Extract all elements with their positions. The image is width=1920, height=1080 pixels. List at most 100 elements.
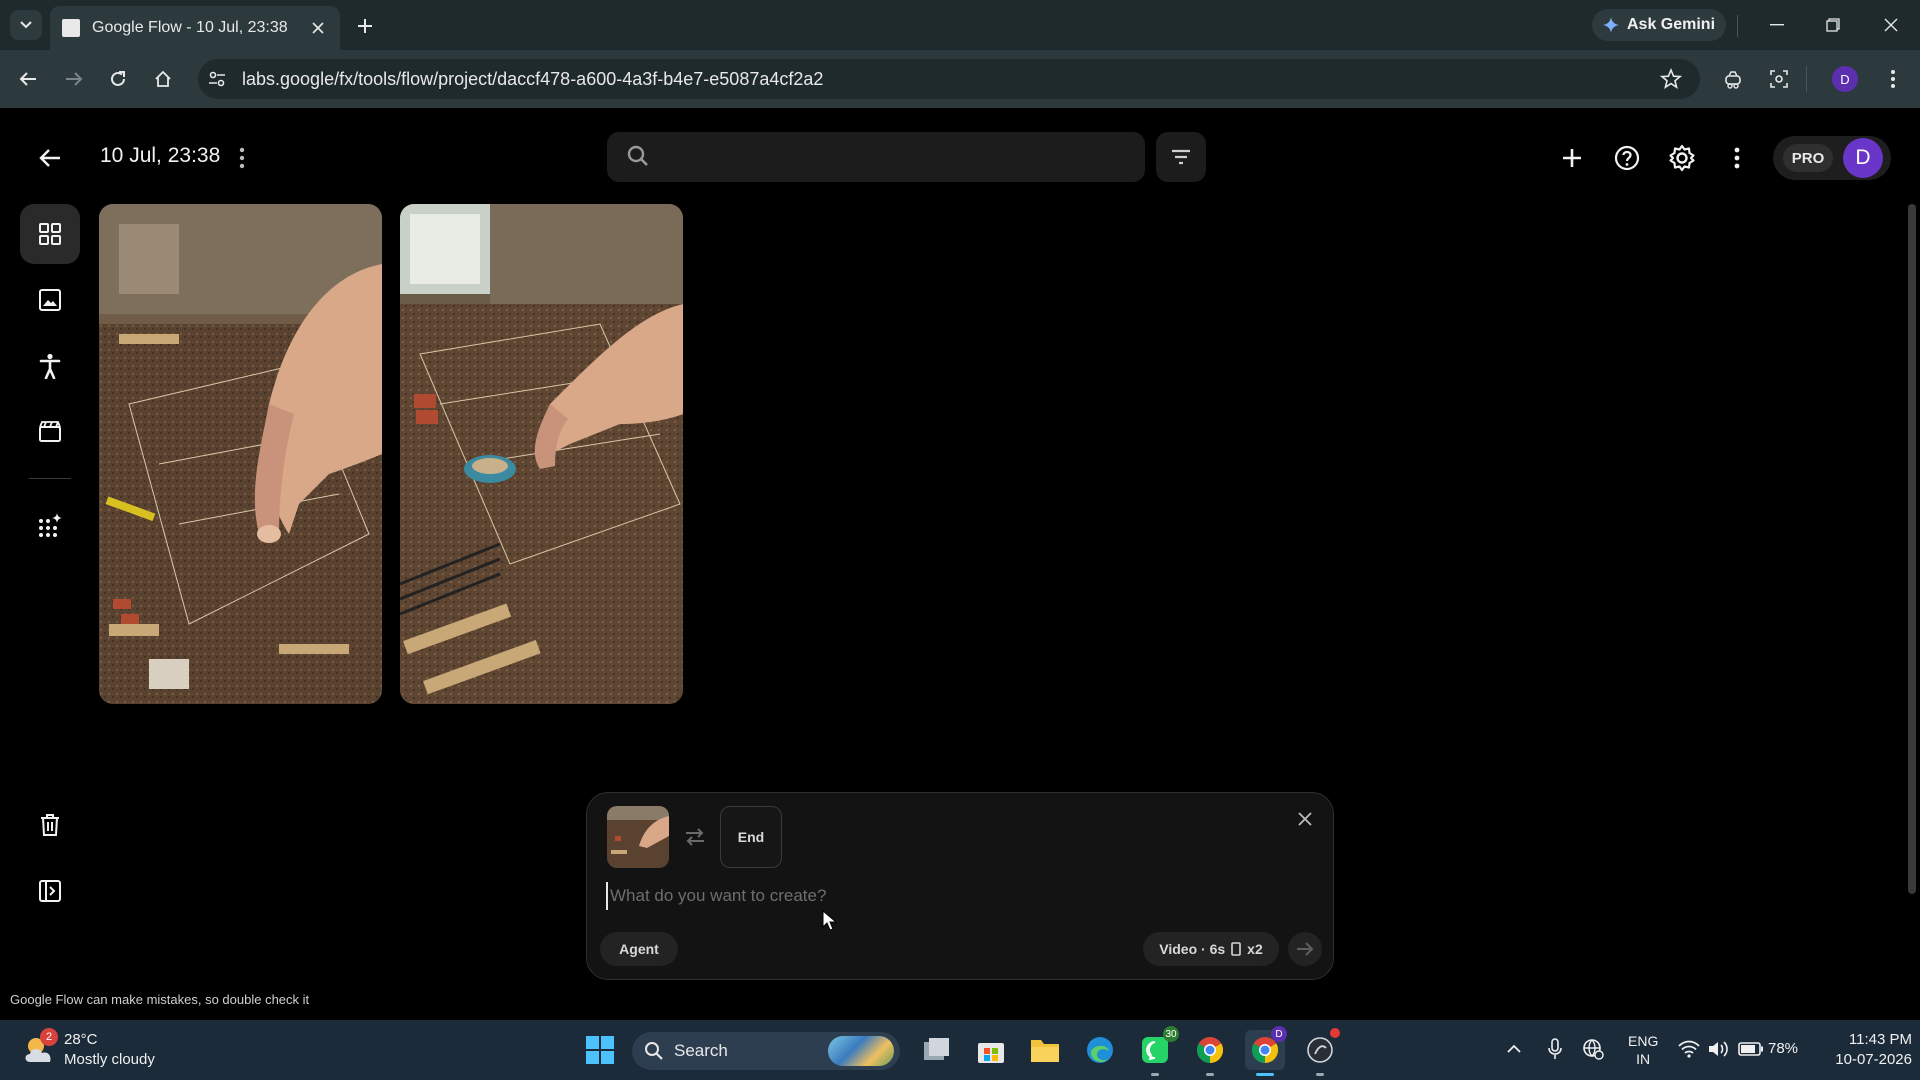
gemini-sparkle-icon [1602, 17, 1619, 33]
portrait-aspect-icon [1231, 942, 1241, 956]
language-code: ENG [1628, 1033, 1659, 1049]
project-menu-button[interactable] [230, 144, 254, 172]
windows-logo-icon [586, 1036, 614, 1064]
titlebar-divider [1737, 15, 1738, 37]
add-button[interactable] [1556, 142, 1588, 174]
swap-frames-icon[interactable] [682, 824, 708, 850]
restore-button[interactable] [1819, 12, 1847, 38]
arrow-left-icon [39, 149, 60, 167]
browser-menu-icon[interactable] [1882, 67, 1904, 91]
active-indicator [1256, 1073, 1274, 1076]
minimize-icon [1770, 24, 1784, 26]
rail-item-trash[interactable] [20, 795, 80, 855]
end-frame-button[interactable]: End [720, 806, 782, 868]
site-info-icon[interactable] [206, 68, 228, 90]
send-button[interactable] [1288, 932, 1322, 966]
app-more-button[interactable] [1721, 142, 1753, 174]
image-icon [39, 289, 61, 311]
plus-icon [1563, 149, 1581, 167]
clapperboard-icon [39, 421, 61, 442]
new-tab-button[interactable] [352, 13, 378, 39]
show-hidden-icons[interactable] [1501, 1036, 1527, 1062]
chevron-down-icon [20, 21, 32, 29]
taskbar-app-dark[interactable] [1300, 1028, 1340, 1076]
input-language[interactable]: ENG IN [1628, 1032, 1658, 1068]
microphone-icon [1548, 1038, 1562, 1059]
running-indicator [1206, 1073, 1214, 1076]
running-indicator [1316, 1073, 1324, 1076]
volume-status[interactable] [1706, 1036, 1732, 1062]
taskbar-chrome-profile[interactable]: D [1245, 1026, 1287, 1076]
start-frame-thumbnail[interactable] [607, 806, 669, 868]
settings-button[interactable] [1666, 142, 1698, 174]
scrollbar[interactable] [1908, 204, 1916, 894]
url-text[interactable]: labs.google/fx/tools/flow/project/daccf4… [242, 69, 823, 90]
person-icon [39, 353, 61, 379]
agent-button[interactable]: Agent [600, 932, 678, 966]
close-icon [1298, 812, 1312, 826]
vpn-status[interactable] [1580, 1036, 1606, 1062]
taskbar-whatsapp[interactable]: 30 [1135, 1026, 1179, 1076]
speaker-icon [1709, 1041, 1728, 1057]
task-view-icon [924, 1038, 949, 1060]
tab-search-button[interactable] [10, 10, 42, 40]
help-button[interactable] [1611, 142, 1643, 174]
weather-alert-badge: 2 [40, 1028, 58, 1046]
project-back-button[interactable] [34, 142, 66, 174]
wifi-icon [1678, 1040, 1700, 1058]
filter-button[interactable] [1156, 132, 1206, 182]
taskbar-file-explorer[interactable] [1025, 1030, 1065, 1070]
rail-item-grid-view[interactable] [20, 204, 80, 264]
forward-button[interactable] [58, 63, 90, 95]
reload-button[interactable] [102, 63, 134, 95]
hand-miniature-construction-image [400, 204, 683, 704]
gallery-item[interactable] [99, 204, 382, 704]
generation-mode-label: Video · 6s [1159, 941, 1226, 957]
user-avatar[interactable]: D [1843, 138, 1883, 178]
chevron-up-icon [1507, 1044, 1521, 1053]
prompt-input[interactable] [606, 882, 1306, 910]
extension-icon[interactable] [1722, 68, 1744, 90]
taskbar-task-view[interactable] [917, 1030, 957, 1070]
generation-settings-button[interactable]: Video · 6s x2 [1143, 932, 1279, 966]
ask-gemini-button[interactable]: Ask Gemini [1592, 9, 1726, 41]
output-count-label: x2 [1247, 941, 1263, 957]
wifi-status[interactable] [1676, 1036, 1702, 1062]
tab-close-icon[interactable] [308, 18, 328, 38]
rail-item-scenes[interactable] [20, 402, 80, 462]
page-favicon-icon [62, 19, 80, 37]
restore-icon [1826, 18, 1840, 32]
taskbar-edge[interactable] [1080, 1030, 1120, 1070]
rail-item-images[interactable] [20, 270, 80, 330]
battery-status[interactable] [1738, 1036, 1764, 1062]
taskbar-store[interactable] [971, 1030, 1011, 1070]
clock-date: 10-07-2026 [1835, 1051, 1912, 1068]
project-title: 10 Jul, 23:38 [100, 144, 221, 167]
plus-icon [358, 19, 372, 33]
arrow-left-icon [19, 72, 36, 86]
taskbar-search-box[interactable]: Search [632, 1032, 900, 1070]
region-code: IN [1636, 1051, 1651, 1067]
close-panel-button[interactable] [1294, 808, 1316, 830]
browser-profile-avatar[interactable]: D [1832, 66, 1858, 92]
close-icon [1884, 18, 1898, 32]
rail-item-effects[interactable] [20, 496, 80, 556]
gallery-item[interactable] [400, 204, 683, 704]
taskbar-chrome[interactable] [1190, 1030, 1230, 1076]
close-window-button[interactable] [1877, 12, 1905, 38]
bookmark-star-icon[interactable] [1660, 68, 1682, 90]
minimize-button[interactable] [1763, 12, 1791, 38]
help-icon [1614, 145, 1640, 171]
home-button[interactable] [147, 63, 179, 95]
profile-badge: D [1271, 1026, 1287, 1042]
screenshot-icon[interactable] [1768, 68, 1790, 90]
start-button[interactable] [580, 1030, 620, 1070]
back-button[interactable] [12, 63, 44, 95]
browser-tab[interactable]: Google Flow - 10 Jul, 23:38 [50, 6, 340, 50]
rail-item-characters[interactable] [20, 336, 80, 396]
search-input[interactable] [607, 132, 1145, 182]
microphone-status[interactable] [1542, 1036, 1568, 1062]
store-icon [978, 1043, 1004, 1063]
rail-item-toggle-panel[interactable] [20, 861, 80, 921]
system-clock[interactable]: 11:43 PM 10-07-2026 [1816, 1030, 1912, 1070]
